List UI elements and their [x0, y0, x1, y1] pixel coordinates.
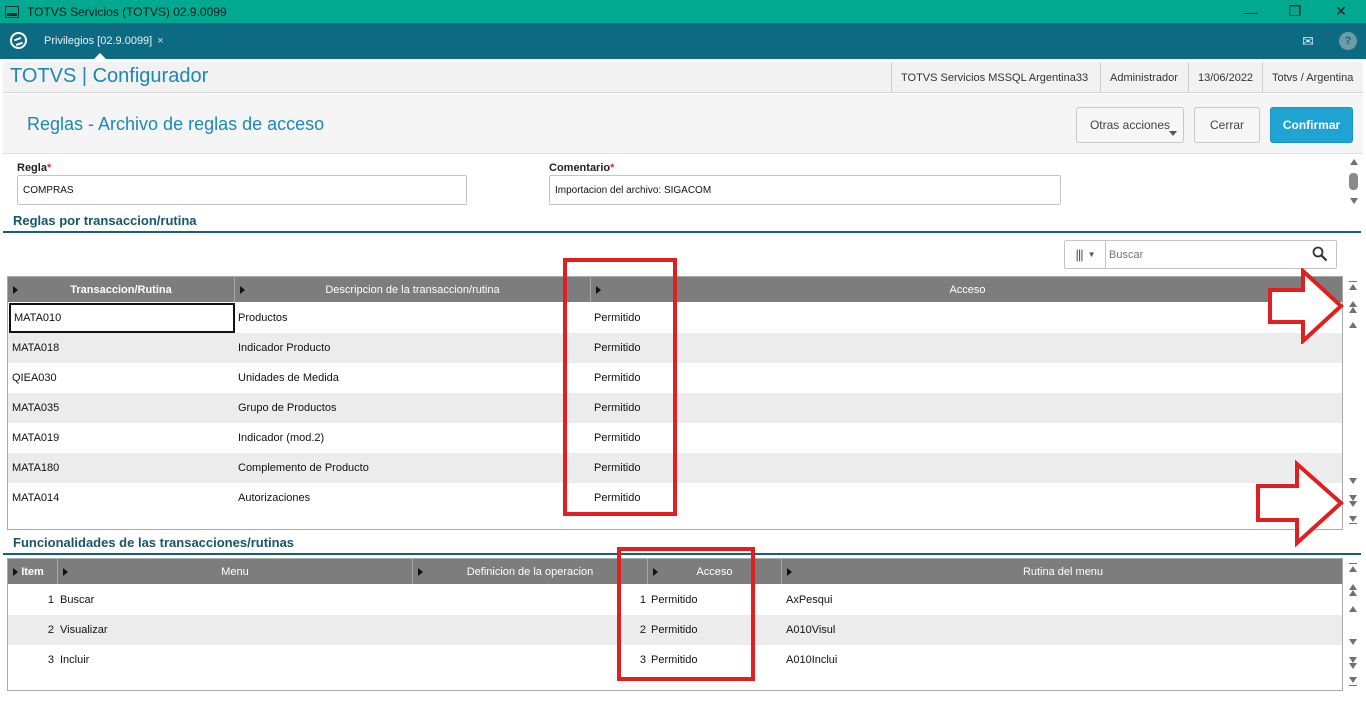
close-icon: ✕ — [1335, 3, 1347, 19]
company-info: Totvs / Argentina — [1262, 62, 1362, 93]
col-definicion[interactable]: Definicion de la operacion — [413, 559, 648, 584]
col-descripcion[interactable]: Descripcion de la transaccion/rutina — [235, 277, 591, 302]
cell-item[interactable]: 2 — [8, 615, 54, 645]
cell-rutina[interactable]: AxPesqui — [786, 585, 1186, 615]
totvs-logo-icon[interactable] — [10, 32, 27, 49]
cell-menu[interactable]: Buscar — [60, 585, 400, 615]
page-heading: Reglas - Archivo de reglas de acceso Otr… — [3, 94, 1363, 154]
cell-acceso[interactable]: Permitido — [594, 483, 1194, 513]
tab-label: Privilegios [02.9.0099] — [44, 35, 153, 47]
annotation-arrow-up-icon — [1268, 268, 1344, 344]
chevron-down-icon: ▼ — [1087, 250, 1096, 259]
minimize-icon: — — [1244, 3, 1258, 20]
tab-close-icon[interactable]: × — [157, 35, 163, 47]
user-info: Administrador — [1100, 62, 1187, 93]
annotation-box-rules-acceso — [563, 258, 677, 516]
cell-menu[interactable]: Incluir — [60, 645, 400, 675]
comment-field[interactable]: Importacion del archivo: SIGACOM — [549, 175, 1061, 205]
tab-bar: Privilegios [02.9.0099] × ✉ ? — [0, 23, 1366, 59]
col-rutina[interactable]: Rutina del menu — [782, 559, 1342, 584]
col-transaccion[interactable]: Transaccion/Rutina — [8, 277, 235, 302]
other-actions-button[interactable]: Otras acciones — [1076, 107, 1184, 143]
cell-menu[interactable]: Visualizar — [60, 615, 400, 645]
rule-value: COMPRAS — [23, 184, 74, 196]
confirm-label: Confirmar — [1282, 118, 1341, 132]
rules-grid-scrollbar[interactable] — [1346, 276, 1362, 530]
cell-item[interactable]: 1 — [8, 585, 54, 615]
comment-label: Comentario* — [549, 162, 615, 174]
cell-item[interactable]: 3 — [8, 645, 54, 675]
environment-info: TOTVS Servicios MSSQL Argentina33 — [891, 62, 1097, 93]
chevron-down-icon — [1169, 131, 1177, 136]
restore-button[interactable]: ❐ — [1272, 0, 1318, 23]
close-label: Cerrar — [1209, 118, 1244, 132]
cell-definicion[interactable] — [418, 585, 638, 615]
cell-rutina[interactable]: A010Visul — [786, 615, 1186, 645]
cell-descripcion[interactable]: Complemento de Producto — [238, 453, 588, 483]
annotation-arrow-down-icon — [1256, 460, 1344, 548]
search-input[interactable] — [1109, 244, 1299, 265]
help-icon[interactable]: ? — [1339, 32, 1357, 50]
app-header: TOTVS | Configurador TOTVS Servicios MSS… — [3, 62, 1363, 93]
date-info: 13/06/2022 — [1188, 62, 1262, 93]
cell-acceso[interactable]: Permitido — [594, 303, 1194, 333]
col-acceso[interactable]: Acceso — [591, 277, 1342, 302]
app-window-icon — [5, 5, 19, 18]
minimize-button[interactable]: — — [1228, 0, 1274, 23]
rules-section-title: Reglas por transaccion/rutina — [13, 213, 197, 228]
form-scrollbar[interactable] — [1347, 157, 1363, 209]
cell-transaccion[interactable]: MATA180 — [12, 453, 235, 483]
cell-acceso[interactable]: Permitido — [594, 363, 1194, 393]
cell-acceso[interactable]: Permitido — [594, 453, 1194, 483]
cell-acceso[interactable]: Permitido — [594, 423, 1194, 453]
page-title: Reglas - Archivo de reglas de acceso — [27, 114, 325, 134]
col-menu[interactable]: Menu — [58, 559, 413, 584]
cell-acceso[interactable]: Permitido — [594, 333, 1194, 363]
cell-transaccion[interactable]: MATA014 — [12, 483, 235, 513]
cell-transaccion[interactable]: MATA035 — [12, 393, 235, 423]
columns-icon: ||| — [1075, 247, 1083, 262]
close-button[interactable]: Cerrar — [1194, 107, 1260, 143]
cell-descripcion[interactable]: Autorizaciones — [238, 483, 588, 513]
cell-descripcion[interactable]: Productos — [238, 303, 588, 333]
app-title: TOTVS | Configurador — [10, 65, 209, 87]
cell-transaccion[interactable]: MATA018 — [12, 333, 235, 363]
cell-descripcion[interactable]: Indicador (mod.2) — [238, 423, 588, 453]
confirm-button[interactable]: Confirmar — [1270, 107, 1353, 143]
cell-descripcion[interactable]: Unidades de Medida — [238, 363, 588, 393]
other-actions-label: Otras acciones — [1089, 118, 1171, 132]
window-title: TOTVS Servicios (TOTVS) 02.9.0099 — [27, 4, 227, 19]
search-icon[interactable] — [1312, 246, 1328, 262]
cell-acceso[interactable]: Permitido — [594, 393, 1194, 423]
window-titlebar: TOTVS Servicios (TOTVS) 02.9.0099 — ❐ ✕ — [0, 0, 1366, 23]
mail-icon[interactable]: ✉ — [1299, 32, 1317, 50]
active-tab-indicator — [94, 53, 106, 59]
cell-definicion[interactable] — [418, 615, 638, 645]
rule-field[interactable]: COMPRAS — [17, 175, 467, 205]
columns-button[interactable]: ||| ▼ — [1065, 241, 1106, 268]
rule-label: Regla* — [17, 162, 52, 174]
cell-rutina[interactable]: A010Inclui — [786, 645, 1186, 675]
search-box: ||| ▼ — [1064, 240, 1337, 269]
cell-transaccion[interactable]: MATA019 — [12, 423, 235, 453]
col-item[interactable]: Item — [8, 559, 58, 584]
functions-section-title: Funcionalidades de las transacciones/rut… — [13, 535, 295, 550]
cell-definicion[interactable] — [418, 645, 638, 675]
cell-descripcion[interactable]: Grupo de Productos — [238, 393, 588, 423]
functions-grid-scrollbar[interactable] — [1346, 558, 1362, 691]
comment-value: Importacion del archivo: SIGACOM — [555, 184, 712, 196]
cell-transaccion[interactable]: MATA010 — [9, 303, 235, 333]
restore-icon: ❐ — [1288, 3, 1302, 19]
cell-transaccion[interactable]: QIEA030 — [12, 363, 235, 393]
annotation-box-functions-acceso — [617, 547, 755, 681]
section-divider — [3, 231, 1361, 233]
cell-descripcion[interactable]: Indicador Producto — [238, 333, 588, 363]
close-window-button[interactable]: ✕ — [1318, 0, 1364, 23]
